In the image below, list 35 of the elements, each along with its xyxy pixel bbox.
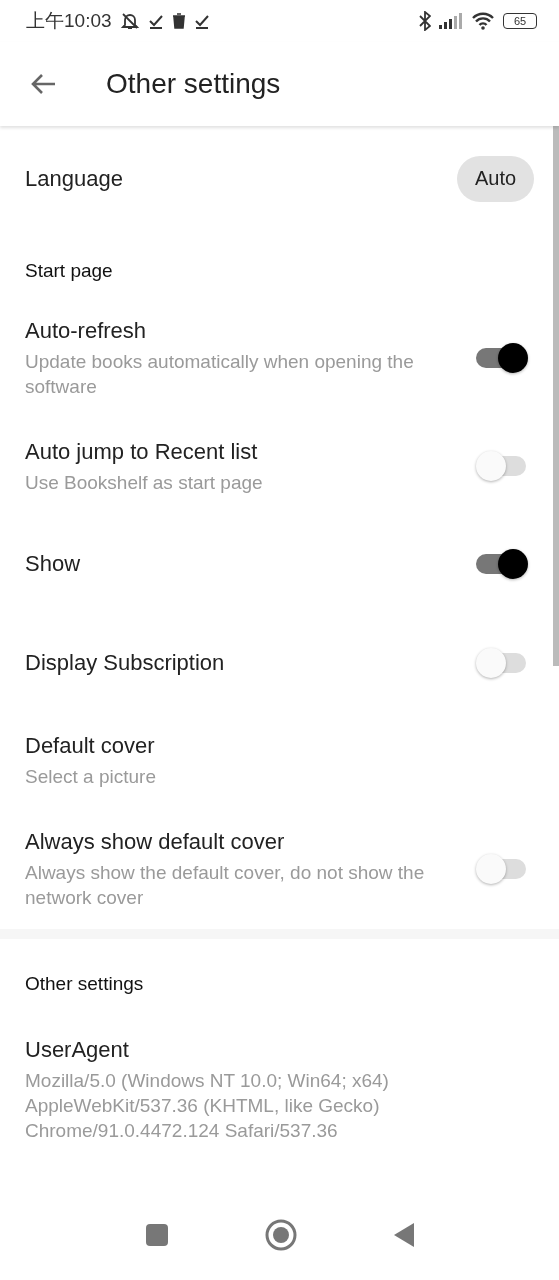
language-button[interactable]: Auto bbox=[457, 155, 535, 202]
setting-title[interactable]: UserAgent bbox=[25, 1035, 437, 1065]
setting-summary: Always show the default cover, do not show the network cover bbox=[25, 861, 426, 910]
setting-summary: Use Bookshelf as start page bbox=[25, 471, 264, 495]
toggle-switch[interactable] bbox=[476, 451, 528, 481]
setting-summary: Select a picture bbox=[25, 765, 157, 789]
setting-title[interactable]: Display Subscription bbox=[25, 647, 437, 678]
back-arrow-icon[interactable] bbox=[30, 73, 56, 95]
checkmark-icon bbox=[147, 13, 164, 29]
muted-bell-icon bbox=[119, 11, 140, 31]
setting-title[interactable]: Show bbox=[25, 548, 437, 579]
wifi-icon bbox=[471, 12, 495, 30]
status-time: 上午10:03 bbox=[26, 9, 112, 33]
toggle-switch[interactable] bbox=[476, 548, 528, 579]
home-circle-icon[interactable] bbox=[264, 1219, 297, 1251]
toggle-switch[interactable] bbox=[476, 342, 528, 373]
page-title: Other settings bbox=[106, 68, 281, 100]
square-nav-icon[interactable] bbox=[144, 1223, 169, 1247]
battery-icon: 65 bbox=[503, 13, 537, 29]
toggle-switch[interactable] bbox=[476, 647, 528, 678]
setting-title: Language bbox=[25, 164, 124, 193]
bluetooth-icon bbox=[419, 11, 431, 31]
section-header: Start page bbox=[25, 259, 113, 283]
setting-title[interactable]: Auto jump to Recent list bbox=[25, 437, 437, 467]
setting-summary: Mozilla/5.0 (Windows NT 10.0; Win64; x64) AppleWebKit/537.36 (KHTML, like Gecko) Chrome/91.0.4472.124 Safari/537.36 bbox=[25, 1069, 390, 1143]
setting-title[interactable]: Auto-refresh bbox=[25, 316, 437, 346]
toggle-switch[interactable] bbox=[476, 853, 528, 884]
back-triangle-icon[interactable] bbox=[392, 1222, 415, 1248]
section-header: Other settings bbox=[25, 972, 144, 996]
setting-title[interactable]: Always show default cover bbox=[25, 827, 437, 857]
checkmark-icon bbox=[193, 13, 210, 29]
signal-icon bbox=[439, 13, 463, 29]
setting-title[interactable]: Default cover bbox=[25, 731, 437, 761]
trash-icon bbox=[171, 13, 186, 29]
setting-summary: Update books automatically when opening the software bbox=[25, 350, 415, 399]
